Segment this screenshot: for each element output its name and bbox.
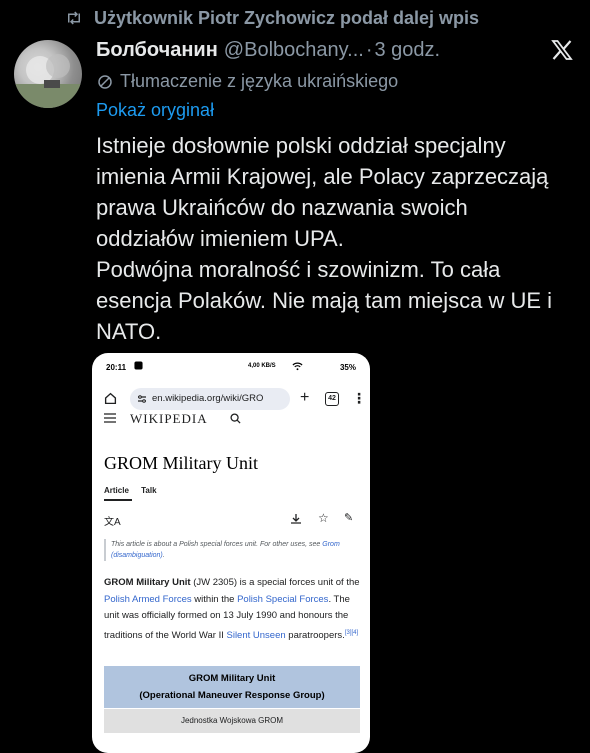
tweet-time[interactable]: 3 godz. — [374, 39, 440, 62]
star-icon[interactable]: ☆ — [318, 511, 329, 525]
link-polish-armed-forces[interactable]: Polish Armed Forces — [104, 594, 192, 605]
edit-icon[interactable]: ✎ — [344, 511, 353, 524]
tab-talk[interactable]: Talk — [141, 486, 156, 495]
tab-article[interactable]: Article — [104, 486, 129, 495]
tweet-header: Болбочанин @Bolbochany... · 3 godz. — [96, 36, 440, 64]
language-icon[interactable]: 文A — [104, 513, 121, 528]
tab-count[interactable]: 42 — [325, 392, 339, 406]
tweet-line: Istnieje dosłownie polski oddział specja… — [96, 133, 506, 158]
show-original-link[interactable]: Pokaż oryginał — [96, 100, 214, 121]
embedded-screenshot[interactable]: 20:11 4,00 KB/S 35% en.wikipedia.org/wik… — [92, 353, 370, 753]
body-text: (JW 2305) is a special forces unit of th… — [190, 577, 360, 588]
more-icon[interactable]: ⋮ — [352, 388, 366, 408]
active-tab-indicator — [104, 499, 132, 501]
wiki-header: WIKIPEDIA — [104, 411, 364, 427]
tweet-line: oddziałów imieniem UPA. — [96, 226, 344, 251]
plus-icon[interactable]: + — [300, 388, 309, 408]
notification-icon — [134, 361, 143, 370]
url-text: en.wikipedia.org/wiki/GRO — [152, 393, 264, 404]
tweet-text: Istnieje dosłownie polski oddział specja… — [96, 130, 582, 347]
translation-notice: Tłumaczenie z języka ukraińskiego — [96, 71, 398, 92]
page-title: GROM Military Unit — [104, 453, 259, 473]
search-icon[interactable] — [230, 413, 241, 424]
infobox-header: GROM Military Unit (Operational Maneuver… — [104, 666, 360, 708]
home-icon[interactable] — [104, 392, 117, 405]
hatnote-text: This article is about a Polish special f… — [111, 541, 321, 548]
translation-label: Tłumaczenie z języka ukraińskiego — [120, 71, 399, 91]
tweet-line: prawa Ukraińców do nazwania swoich — [96, 195, 468, 220]
author-name[interactable]: Болбочанин — [96, 39, 218, 62]
wifi-icon — [292, 362, 303, 371]
x-logo-icon — [551, 40, 573, 60]
wiki-logo[interactable]: WIKIPEDIA — [130, 411, 208, 427]
infobox-native-name: Jednostka Wojskowa GROM — [104, 709, 360, 733]
tweet-line: esencja Polaków. Nie mają tam miejsca w … — [96, 288, 553, 313]
avatar[interactable] — [14, 40, 82, 108]
infobox-title: GROM Military Unit — [188, 673, 276, 684]
url-field[interactable]: en.wikipedia.org/wiki/GRO — [130, 388, 290, 410]
infobox-subtitle: (Operational Maneuver Response Group) — [139, 690, 325, 701]
phone-status-bar: 20:11 4,00 KB/S 35% — [92, 353, 370, 381]
tweet-line: Podwójna moralność i szowinizm. To cała — [96, 257, 501, 282]
hatnote: This article is about a Polish special f… — [104, 539, 362, 561]
author-handle[interactable]: @Bolbochany... — [224, 39, 364, 62]
download-icon[interactable] — [290, 513, 302, 525]
page-tools: 文A ☆ ✎ — [104, 511, 362, 528]
body-text: paratroopers. — [285, 629, 345, 641]
link-polish-special-forces[interactable]: Polish Special Forces — [237, 594, 328, 605]
tweet-line: imienia Armii Krajowej, ale Polacy zaprz… — [96, 164, 549, 189]
article-intro: GROM Military Unit (JW 2305) is a specia… — [104, 575, 360, 644]
body-text: within the — [191, 593, 238, 605]
link-silent-unseen[interactable]: Silent Unseen — [227, 630, 286, 641]
article-subject: GROM Military Unit — [104, 577, 191, 588]
retweet-icon — [68, 11, 80, 25]
status-network: 4,00 KB/S — [248, 363, 276, 369]
tweet-line: NATO. — [96, 319, 162, 344]
site-info-icon — [138, 395, 146, 403]
wiki-tabs: Article Talk — [104, 486, 167, 495]
retweet-text[interactable]: Użytkownik Piotr Zychowicz podał dalej w… — [94, 8, 479, 29]
translate-icon — [98, 74, 112, 89]
menu-icon[interactable] — [104, 413, 116, 423]
hatnote-end: . — [162, 552, 165, 559]
reference-markers[interactable]: [3][4] — [345, 630, 358, 636]
browser-toolbar: en.wikipedia.org/wiki/GRO + 42 ⋮ — [100, 385, 366, 413]
status-time: 20:11 — [106, 363, 127, 372]
time-separator: · — [365, 38, 373, 61]
retweet-header: Użytkownik Piotr Zychowicz podał dalej w… — [64, 6, 479, 30]
status-battery: 35% — [339, 363, 356, 372]
